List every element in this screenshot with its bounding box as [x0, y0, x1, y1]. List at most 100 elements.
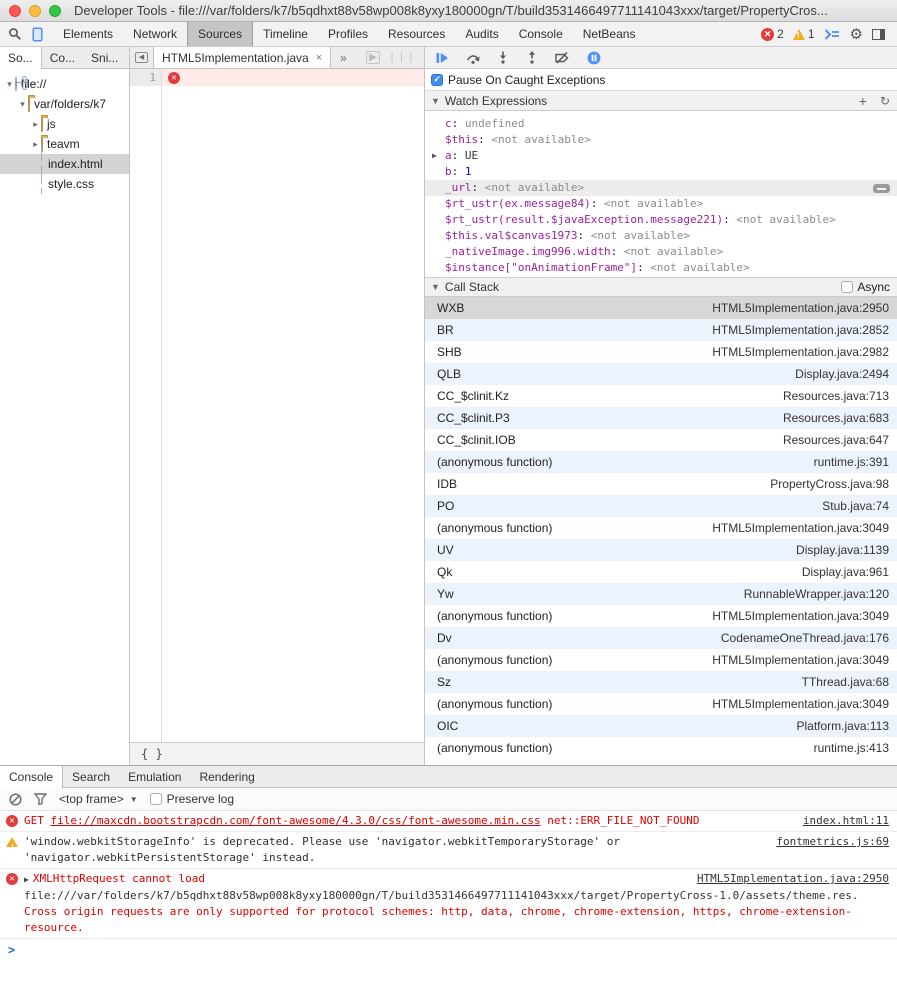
console-tab-rendering[interactable]: Rendering — [190, 766, 263, 787]
delete-watch-icon[interactable] — [873, 184, 890, 193]
call-stack-frame[interactable]: CC_$clinit.IOBResources.java:647 — [425, 429, 897, 451]
call-stack-frame[interactable]: CC_$clinit.KzResources.java:713 — [425, 385, 897, 407]
tree-item-js[interactable]: ▸js — [0, 114, 129, 134]
panel-tab-netbeans[interactable]: NetBeans — [573, 22, 646, 46]
expand-arrow-icon[interactable]: ▶ — [24, 875, 29, 884]
hide-navigator-icon[interactable]: ◀ — [130, 47, 154, 68]
watch-expression-row[interactable]: $rt_ustr(ex.message84): <not available> — [425, 196, 897, 212]
frame-context-select[interactable]: <top frame> ▼ — [59, 792, 138, 806]
editor-tab[interactable]: HTML5Implementation.java × — [154, 47, 331, 68]
watch-expression-row[interactable]: $this: <not available> — [425, 132, 897, 148]
watch-expression-row[interactable]: $this.val$canvas1973: <not available> — [425, 228, 897, 244]
preserve-log-checkbox[interactable] — [150, 793, 162, 805]
call-stack-frame[interactable]: OICPlatform.java:113 — [425, 715, 897, 737]
pause-on-caught-row[interactable]: Pause On Caught Exceptions — [425, 69, 897, 91]
watch-expression-row[interactable]: ▶a: UE — [425, 148, 897, 164]
panel-tab-profiles[interactable]: Profiles — [318, 22, 378, 46]
tree-item-var-folders-k7[interactable]: ▾var/folders/k7 — [0, 94, 129, 114]
call-stack-frame[interactable]: UVDisplay.java:1139 — [425, 539, 897, 561]
disclosure-collapsed-icon[interactable]: ▸ — [30, 139, 41, 150]
call-stack-frame[interactable]: IDBPropertyCross.java:98 — [425, 473, 897, 495]
async-checkbox[interactable] — [841, 281, 853, 293]
call-stack-frame[interactable]: POStub.java:74 — [425, 495, 897, 517]
code-editor[interactable]: 1 ✕ — [130, 69, 424, 742]
tree-item-index-html[interactable]: index.html — [0, 154, 129, 174]
call-stack-frame[interactable]: (anonymous function)HTML5Implementation.… — [425, 605, 897, 627]
line-number[interactable]: 1 — [130, 69, 161, 86]
inline-error-icon[interactable]: ✕ — [168, 72, 180, 84]
clear-console-icon[interactable] — [9, 793, 22, 806]
panel-tab-network[interactable]: Network — [123, 22, 187, 46]
call-stack-frame[interactable]: QkDisplay.java:961 — [425, 561, 897, 583]
line-number-gutter[interactable]: 1 — [130, 69, 162, 742]
dock-side-icon[interactable] — [872, 29, 885, 40]
close-tab-icon[interactable]: × — [316, 52, 322, 64]
watch-expression-row[interactable]: $instance["onAnimationFrame"]: <not avai… — [425, 260, 897, 276]
pause-on-caught-checkbox[interactable] — [431, 74, 443, 86]
inspect-element-icon[interactable] — [8, 27, 22, 41]
console-tab-console[interactable]: Console — [0, 766, 63, 788]
preserve-log-control[interactable]: Preserve log — [150, 792, 234, 806]
resume-script-icon[interactable] — [436, 52, 449, 64]
run-snippet-icon[interactable]: ▶ — [366, 51, 380, 64]
navigator-tab[interactable]: Sni... — [83, 47, 126, 68]
call-stack-frame[interactable]: YwRunnableWrapper.java:120 — [425, 583, 897, 605]
code-area[interactable]: ✕ — [162, 69, 424, 742]
device-mode-icon[interactable] — [32, 27, 43, 42]
error-count-badge[interactable]: ✕ 2 — [761, 27, 784, 41]
tree-item-file-[interactable]: ▾file:// — [0, 74, 129, 94]
pretty-print-button[interactable]: { } — [141, 747, 163, 761]
call-stack-frame[interactable]: CC_$clinit.P3Resources.java:683 — [425, 407, 897, 429]
source-location-link[interactable]: index.html:11 — [803, 813, 889, 829]
call-stack-frame[interactable]: (anonymous function)HTML5Implementation.… — [425, 517, 897, 539]
refresh-watch-icon[interactable]: ↻ — [880, 94, 890, 108]
step-over-icon[interactable] — [466, 52, 480, 64]
step-out-icon[interactable] — [526, 51, 538, 64]
call-stack-frame[interactable]: WXBHTML5Implementation.java:2950 — [425, 297, 897, 319]
disclosure-expanded-icon[interactable]: ▾ — [4, 79, 15, 90]
panel-tab-timeline[interactable]: Timeline — [253, 22, 318, 46]
panel-tab-console[interactable]: Console — [509, 22, 573, 46]
call-stack-frame[interactable]: QLBDisplay.java:2494 — [425, 363, 897, 385]
call-stack-header[interactable]: ▼ Call Stack Async — [425, 277, 897, 297]
panel-tab-sources[interactable]: Sources — [187, 22, 253, 46]
toggle-console-drawer-icon[interactable] — [824, 28, 841, 41]
call-stack-frame[interactable]: SzTThread.java:68 — [425, 671, 897, 693]
warning-count-badge[interactable]: 1 — [793, 27, 815, 41]
console-prompt[interactable]: > — [0, 939, 897, 961]
call-stack-frame[interactable]: (anonymous function)HTML5Implementation.… — [425, 649, 897, 671]
tab-overflow-icon[interactable]: » — [331, 47, 356, 68]
deactivate-breakpoints-icon[interactable] — [555, 52, 570, 64]
call-stack-frame[interactable]: DvCodenameOneThread.java:176 — [425, 627, 897, 649]
zoom-window-button[interactable] — [49, 5, 61, 17]
watch-expression-row[interactable]: _nativeImage.img996.width: <not availabl… — [425, 244, 897, 260]
panel-tab-audits[interactable]: Audits — [455, 22, 508, 46]
call-stack-frame[interactable]: SHBHTML5Implementation.java:2982 — [425, 341, 897, 363]
message-url-link[interactable]: file://maxcdn.bootstrapcdn.com/font-awes… — [51, 814, 541, 827]
call-stack-frame[interactable]: (anonymous function)runtime.js:391 — [425, 451, 897, 473]
filter-icon[interactable] — [34, 793, 47, 805]
step-into-icon[interactable] — [497, 51, 509, 64]
tree-item-teavm[interactable]: ▸teavm — [0, 134, 129, 154]
settings-gear-icon[interactable]: ⚙ — [850, 27, 863, 42]
navigator-tab[interactable]: Co... — [42, 47, 83, 68]
pause-on-exceptions-icon[interactable] — [587, 51, 601, 65]
minimize-window-button[interactable] — [29, 5, 41, 17]
watch-expression-row[interactable]: $rt_ustr(result.$javaException.message22… — [425, 212, 897, 228]
watch-expression-row[interactable]: b: 1 — [425, 164, 897, 180]
watch-expressions-header[interactable]: ▼ Watch Expressions + ↻ — [425, 91, 897, 111]
console-tab-emulation[interactable]: Emulation — [119, 766, 190, 787]
navigator-tab[interactable]: So... — [0, 47, 42, 69]
console-tab-search[interactable]: Search — [63, 766, 119, 787]
tree-item-style-css[interactable]: style.css — [0, 174, 129, 194]
close-window-button[interactable] — [9, 5, 21, 17]
source-location-link[interactable]: HTML5Implementation.java:2950 — [697, 871, 889, 887]
disclosure-expanded-icon[interactable]: ▾ — [17, 99, 28, 110]
source-location-link[interactable]: fontmetrics.js:69 — [776, 834, 889, 850]
watch-expression-row[interactable]: _url: <not available> — [425, 180, 897, 196]
call-stack-frame[interactable]: (anonymous function)HTML5Implementation.… — [425, 693, 897, 715]
expand-arrow-icon[interactable]: ▶ — [432, 148, 437, 164]
watch-expression-row[interactable]: c: undefined — [425, 116, 897, 132]
disclosure-collapsed-icon[interactable]: ▸ — [30, 119, 41, 130]
call-stack-frame[interactable]: BRHTML5Implementation.java:2852 — [425, 319, 897, 341]
